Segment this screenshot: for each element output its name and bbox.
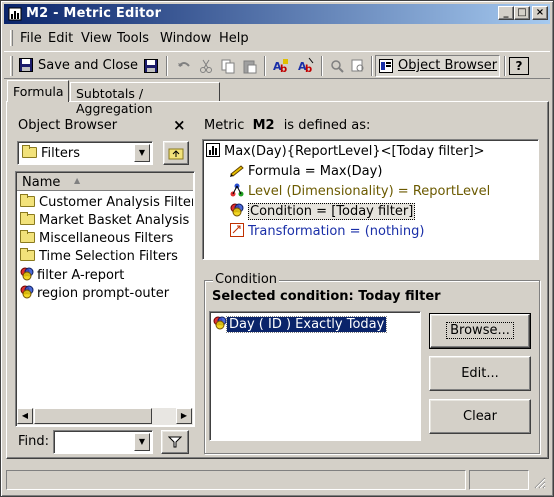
sort-ascending-icon: ▲ bbox=[74, 176, 81, 185]
funnel-icon bbox=[168, 436, 182, 448]
metric-icon bbox=[206, 143, 220, 157]
object-browser-panel: Object Browser × Filters ▼ Name ▲ Custom… bbox=[15, 115, 195, 457]
folder-icon bbox=[20, 194, 35, 207]
toolbar-separator bbox=[371, 56, 373, 76]
list-item[interactable]: Customer Analysis Filters bbox=[20, 194, 193, 210]
tab-formula[interactable]: Formula bbox=[7, 80, 69, 102]
filter-icon bbox=[20, 267, 34, 281]
transformation-icon bbox=[230, 223, 244, 237]
maximize-button[interactable]: □ bbox=[514, 6, 530, 20]
folder-icon bbox=[22, 145, 37, 158]
selected-condition-text: Selected condition: Today filter bbox=[212, 289, 441, 304]
close-button[interactable]: × bbox=[532, 6, 548, 20]
find-input[interactable]: ▼ bbox=[53, 430, 153, 454]
toolbar-separator bbox=[321, 56, 323, 76]
menu-help[interactable]: Help bbox=[219, 31, 249, 46]
list-item[interactable]: Market Basket Analysis Filt bbox=[20, 212, 193, 228]
status-pane-main bbox=[6, 470, 466, 490]
help-button[interactable]: ? bbox=[509, 57, 529, 75]
definition-tree: Max(Day){ReportLevel}<[Today filter]> Fo… bbox=[202, 139, 539, 260]
window-title: M2 - Metric Editor bbox=[26, 6, 162, 21]
object-browser-toggle[interactable]: Object Browser bbox=[375, 55, 500, 77]
tree-root[interactable]: Max(Day){ReportLevel}<[Today filter]> bbox=[206, 143, 485, 159]
svg-text:b: b bbox=[305, 64, 312, 75]
menu-window[interactable]: Window bbox=[160, 31, 211, 46]
font-style-icon[interactable]: A b bbox=[297, 57, 315, 75]
svg-text:b: b bbox=[280, 64, 287, 75]
tab-subtotals-aggregation[interactable]: Subtotals / Aggregation bbox=[70, 82, 220, 116]
scrollbar-thumb[interactable] bbox=[34, 408, 152, 424]
status-pane-secondary bbox=[469, 470, 529, 490]
find-label: Find: bbox=[18, 434, 50, 449]
copy-icon[interactable] bbox=[220, 58, 236, 74]
toolbar: Save and Close A b A b Object Browser ? bbox=[4, 51, 550, 79]
clear-button[interactable]: Clear bbox=[429, 399, 531, 434]
parent-folder-button[interactable] bbox=[163, 141, 189, 165]
browse-icon[interactable] bbox=[350, 58, 366, 74]
filter-search-button[interactable] bbox=[161, 430, 189, 454]
toolbar-grip bbox=[10, 56, 13, 76]
status-bar bbox=[4, 467, 550, 493]
menu-file[interactable]: File bbox=[20, 31, 42, 46]
metric-editor-window: M2 - Metric Editor _ □ × File Edit View … bbox=[0, 0, 554, 497]
resize-grip-icon[interactable] bbox=[534, 477, 546, 489]
menu-grip bbox=[10, 30, 13, 46]
scroll-right-icon[interactable]: ▶ bbox=[176, 408, 192, 424]
list-item[interactable]: Time Selection Filters bbox=[20, 248, 178, 264]
save-and-close-button[interactable]: Save and Close bbox=[16, 55, 146, 77]
condition-expression[interactable]: Day ( ID ) Exactly Today bbox=[213, 316, 388, 333]
object-browser-header: Object Browser bbox=[18, 118, 118, 133]
condition-group-label: Condition bbox=[213, 272, 280, 287]
condition-icon bbox=[230, 203, 244, 217]
font-color-icon[interactable]: A b bbox=[272, 57, 290, 75]
folder-icon bbox=[20, 230, 35, 243]
undo-icon[interactable] bbox=[176, 58, 192, 74]
list-body: Customer Analysis Filters Market Basket … bbox=[17, 192, 193, 406]
up-folder-icon bbox=[168, 148, 184, 160]
tree-item-condition[interactable]: Condition = [Today filter] bbox=[230, 203, 416, 220]
menu-view[interactable]: View bbox=[81, 31, 112, 46]
menu-tools[interactable]: Tools bbox=[117, 31, 149, 46]
list-item[interactable]: region prompt-outer bbox=[20, 285, 169, 301]
cut-icon[interactable] bbox=[198, 58, 214, 74]
find-icon[interactable] bbox=[329, 58, 345, 74]
folder-icon bbox=[20, 212, 35, 225]
definition-header: Metric M2 is defined as: bbox=[204, 118, 371, 133]
list-item[interactable]: Miscellaneous Filters bbox=[20, 230, 173, 246]
list-header[interactable]: Name ▲ bbox=[17, 173, 193, 191]
column-name-header: Name bbox=[22, 175, 61, 190]
tree-item-transformation[interactable]: Transformation = (nothing) bbox=[230, 223, 424, 239]
tree-item-formula[interactable]: Formula = Max(Day) bbox=[230, 163, 382, 179]
menu-edit[interactable]: Edit bbox=[48, 31, 73, 46]
folder-combo[interactable]: Filters ▼ bbox=[17, 141, 153, 165]
close-panel-icon[interactable]: × bbox=[173, 116, 186, 134]
horizontal-scrollbar[interactable]: ◀ ▶ bbox=[17, 408, 193, 425]
level-icon bbox=[230, 183, 244, 197]
object-browser-icon bbox=[379, 59, 393, 73]
save-icon[interactable] bbox=[144, 59, 158, 73]
object-list: Name ▲ Customer Analysis Filters Market … bbox=[15, 171, 195, 427]
scroll-left-icon[interactable]: ◀ bbox=[17, 408, 33, 424]
folder-icon bbox=[20, 248, 35, 261]
list-item[interactable]: filter A-report bbox=[20, 267, 124, 283]
filter-icon bbox=[213, 316, 227, 330]
menu-bar: File Edit View Tools Window Help bbox=[4, 27, 550, 49]
metric-name: M2 bbox=[252, 118, 275, 133]
browse-button[interactable]: Browse... bbox=[429, 313, 531, 349]
minimize-button[interactable]: _ bbox=[498, 6, 514, 20]
chevron-down-icon[interactable]: ▼ bbox=[134, 144, 150, 162]
title-bar[interactable]: M2 - Metric Editor _ □ × bbox=[4, 4, 550, 24]
condition-expression-box[interactable]: Day ( ID ) Exactly Today bbox=[209, 311, 421, 441]
toolbar-separator bbox=[264, 56, 266, 76]
save-icon bbox=[19, 58, 33, 72]
tree-item-level[interactable]: Level (Dimensionality) = ReportLevel bbox=[230, 183, 490, 199]
toolbar-separator bbox=[166, 56, 168, 76]
chevron-down-icon[interactable]: ▼ bbox=[134, 433, 150, 451]
app-icon bbox=[8, 7, 22, 21]
toolbar-separator bbox=[504, 56, 506, 76]
paste-icon[interactable] bbox=[242, 58, 258, 74]
edit-button[interactable]: Edit... bbox=[429, 356, 531, 391]
formula-icon bbox=[230, 165, 244, 177]
filter-icon bbox=[20, 285, 34, 299]
